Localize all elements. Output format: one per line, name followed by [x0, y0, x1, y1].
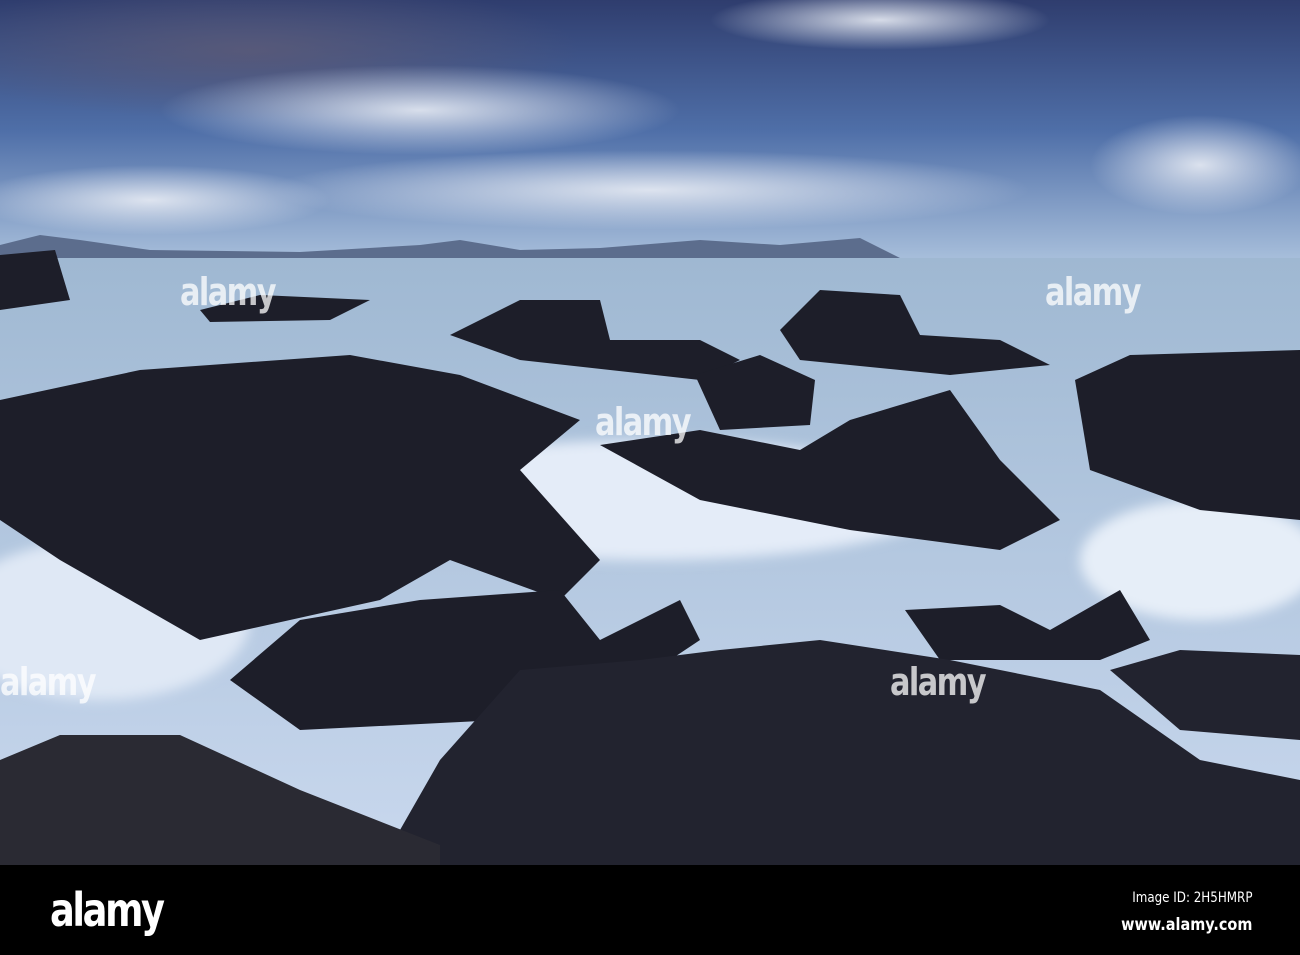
watermark: alamy — [1045, 270, 1142, 314]
image-id: Image ID: 2H5HMRP — [1131, 890, 1252, 906]
watermark: alamy — [595, 400, 692, 444]
site-url[interactable]: www.alamy.com — [1121, 915, 1252, 935]
watermark: alamy — [180, 270, 277, 314]
alamy-logo[interactable]: alamy — [50, 883, 165, 937]
stock-photo-page: alamy alamy alamy alamy alamy alamy Imag… — [0, 0, 1300, 955]
watermark: alamy — [0, 660, 97, 704]
footer-bar: alamy Image ID: 2H5HMRP www.alamy.com — [0, 865, 1300, 955]
watermark: alamy — [890, 660, 987, 704]
